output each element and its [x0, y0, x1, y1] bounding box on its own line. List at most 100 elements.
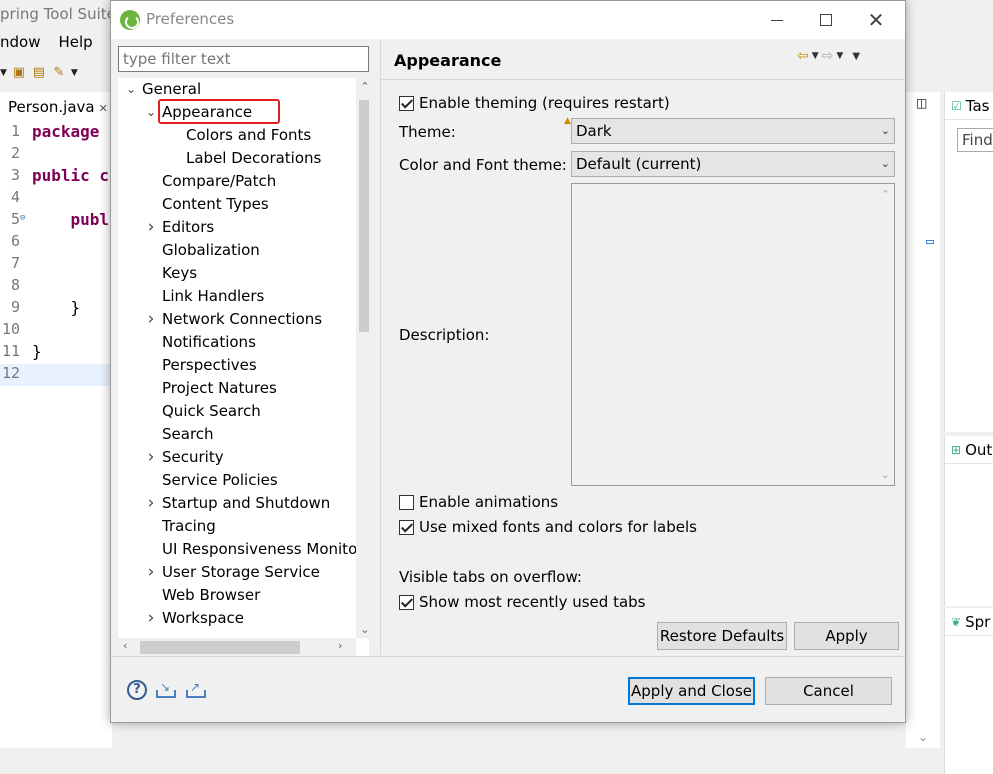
apply-and-close-button[interactable]: Apply and Close [628, 677, 755, 705]
theme-select[interactable]: Dark ⌄ [571, 118, 895, 144]
color-font-theme-select[interactable]: Default (current) ⌄ [571, 151, 895, 177]
tree-item[interactable]: Perspectives [118, 354, 354, 377]
import-icon[interactable]: ↘ [155, 680, 177, 700]
tree-item[interactable]: › Editors [118, 216, 354, 239]
tree-vertical-scrollbar[interactable]: ⌃ ⌄ [356, 78, 369, 638]
scroll-down-icon[interactable]: ⌄ [906, 730, 940, 744]
enable-animations-checkbox[interactable]: Enable animations [399, 493, 558, 511]
view-menu-icon[interactable]: ▼ [852, 51, 860, 62]
code-line: 3 public c [10, 166, 110, 185]
code-line: 8 [10, 276, 20, 294]
scroll-up-icon[interactable]: ⌃ [356, 80, 369, 93]
chevron-right-icon[interactable]: › [144, 561, 158, 584]
tree-item[interactable]: Content Types [118, 193, 354, 216]
back-dropdown-icon[interactable]: ▼ [812, 51, 819, 61]
spring-leaf-icon: ❦ [951, 614, 962, 629]
tree-item[interactable]: Notifications [118, 331, 354, 354]
scroll-thumb[interactable] [359, 100, 369, 332]
tree-item[interactable]: Tracing [118, 515, 354, 538]
toolbar-dropdown-icon[interactable]: ▼ [0, 68, 7, 78]
forward-arrow-icon[interactable]: ⇨ [822, 48, 834, 64]
tree-item[interactable]: Label Decorations [118, 147, 354, 170]
checkbox-box[interactable] [399, 494, 414, 510]
show-mru-checkbox[interactable]: Show most recently used tabs [399, 593, 646, 611]
tree-item[interactable]: › Security [118, 446, 354, 469]
checkbox-box[interactable] [399, 95, 414, 111]
tree-item[interactable]: ⌄ General [118, 78, 354, 101]
tree-item-label: User Storage Service [162, 563, 320, 581]
tree-item[interactable]: › Workspace [118, 607, 354, 630]
toolbar-dropdown-icon[interactable]: ▼ [71, 68, 78, 78]
outline-header[interactable]: ⊞ Out [945, 436, 993, 464]
tree-item[interactable]: Search [118, 423, 354, 446]
chevron-right-icon[interactable]: › [144, 607, 158, 630]
editor-horizontal-scrollbar[interactable] [30, 752, 930, 768]
task-list-header[interactable]: ☑ Tas [945, 92, 993, 120]
apply-button[interactable]: Apply [794, 622, 899, 650]
task-list-panel: ☑ Tas Find [944, 92, 993, 432]
export-icon[interactable]: ↗ [185, 680, 207, 700]
code-editor[interactable]: 1 package 2 3 public c 4 5 ⊖ publ 6 7 8 9 }… [0, 118, 112, 748]
back-arrow-icon[interactable]: ⇦ [797, 48, 809, 64]
checkbox-box[interactable] [399, 594, 414, 610]
close-button[interactable]: ✕ [851, 1, 901, 39]
new-project-icon[interactable]: ▣ [11, 65, 27, 81]
open-folder-icon[interactable]: ▤ [31, 65, 47, 81]
checkbox-box[interactable] [399, 519, 414, 535]
chevron-down-icon[interactable]: ⌄ [124, 78, 138, 101]
chevron-right-icon[interactable]: › [144, 446, 158, 469]
tree-item[interactable]: Service Policies [118, 469, 354, 492]
tree-item[interactable]: › Startup and Shutdown [118, 492, 354, 515]
dialog-titlebar[interactable]: Preferences ✕ [111, 1, 905, 39]
footer-icons: ? ↘ ↗ [127, 680, 207, 700]
scroll-thumb[interactable] [140, 641, 300, 654]
maximize-icon[interactable]: ◫ [916, 96, 927, 110]
menu-window[interactable]: ndow [0, 33, 40, 51]
tree-item-label: Colors and Fonts [186, 126, 312, 144]
tree-item[interactable]: Web Browser [118, 584, 354, 607]
theme-value: Dark [576, 122, 612, 140]
restore-defaults-button[interactable]: Restore Defaults [657, 622, 787, 650]
spring-header[interactable]: ❦ Spr [945, 608, 993, 636]
pane-divider[interactable] [380, 40, 381, 655]
preference-tree[interactable]: › Workspace Web Browser › User Storage Servi… [118, 78, 369, 656]
tree-item[interactable]: Globalization [118, 239, 354, 262]
find-input[interactable]: Find [957, 128, 993, 152]
cancel-button[interactable]: Cancel [765, 677, 892, 705]
tree-item[interactable]: Keys [118, 262, 354, 285]
scroll-right-icon[interactable]: › [338, 639, 342, 652]
enable-animations-label: Enable animations [419, 493, 559, 511]
fold-icon[interactable]: ⊖ [20, 213, 25, 223]
tree-item[interactable]: Link Handlers [118, 285, 354, 308]
maximize-button[interactable] [801, 1, 851, 39]
minimize-button[interactable] [751, 1, 801, 39]
menu-help[interactable]: Help [58, 33, 92, 51]
scroll-up-icon[interactable]: ⌃ [881, 188, 890, 201]
scroll-down-icon[interactable]: ⌄ [356, 623, 369, 636]
editor-tab-person-java[interactable]: Person.java ✕ [0, 92, 112, 118]
chevron-right-icon[interactable]: › [144, 308, 158, 331]
tree-item[interactable]: Compare/Patch [118, 170, 354, 193]
enable-theming-checkbox[interactable]: Enable theming (requires restart) [399, 94, 670, 112]
chevron-right-icon[interactable]: › [144, 216, 158, 239]
ruler-marker[interactable] [926, 240, 934, 244]
scroll-down-icon[interactable]: ⌄ [881, 468, 890, 481]
tree-item[interactable]: Colors and Fonts [118, 124, 354, 147]
scroll-left-icon[interactable]: ‹ [123, 639, 127, 652]
close-tab-icon[interactable]: ✕ [99, 102, 108, 115]
tree-horizontal-scrollbar[interactable]: ‹ › [118, 638, 356, 656]
description-text-area[interactable]: ⌃ ⌄ [571, 183, 895, 486]
tree-item[interactable]: Project Natures [118, 377, 354, 400]
tree-item[interactable]: UI Responsiveness Monito [118, 538, 357, 561]
chevron-right-icon[interactable]: › [144, 492, 158, 515]
forward-dropdown-icon[interactable]: ▼ [836, 51, 843, 61]
enable-theming-label: Enable theming (requires restart) [419, 94, 670, 112]
run-tool-icon[interactable]: ✎ [51, 65, 67, 81]
tree-item[interactable]: Quick Search [118, 400, 354, 423]
filter-input[interactable] [118, 46, 369, 72]
tree-item[interactable]: › Network Connections [118, 308, 354, 331]
chevron-down-icon[interactable]: ⌄ [144, 101, 158, 124]
help-icon[interactable]: ? [127, 680, 147, 700]
tree-item[interactable]: › User Storage Service [118, 561, 354, 584]
mixed-fonts-checkbox[interactable]: Use mixed fonts and colors for labels [399, 518, 697, 536]
